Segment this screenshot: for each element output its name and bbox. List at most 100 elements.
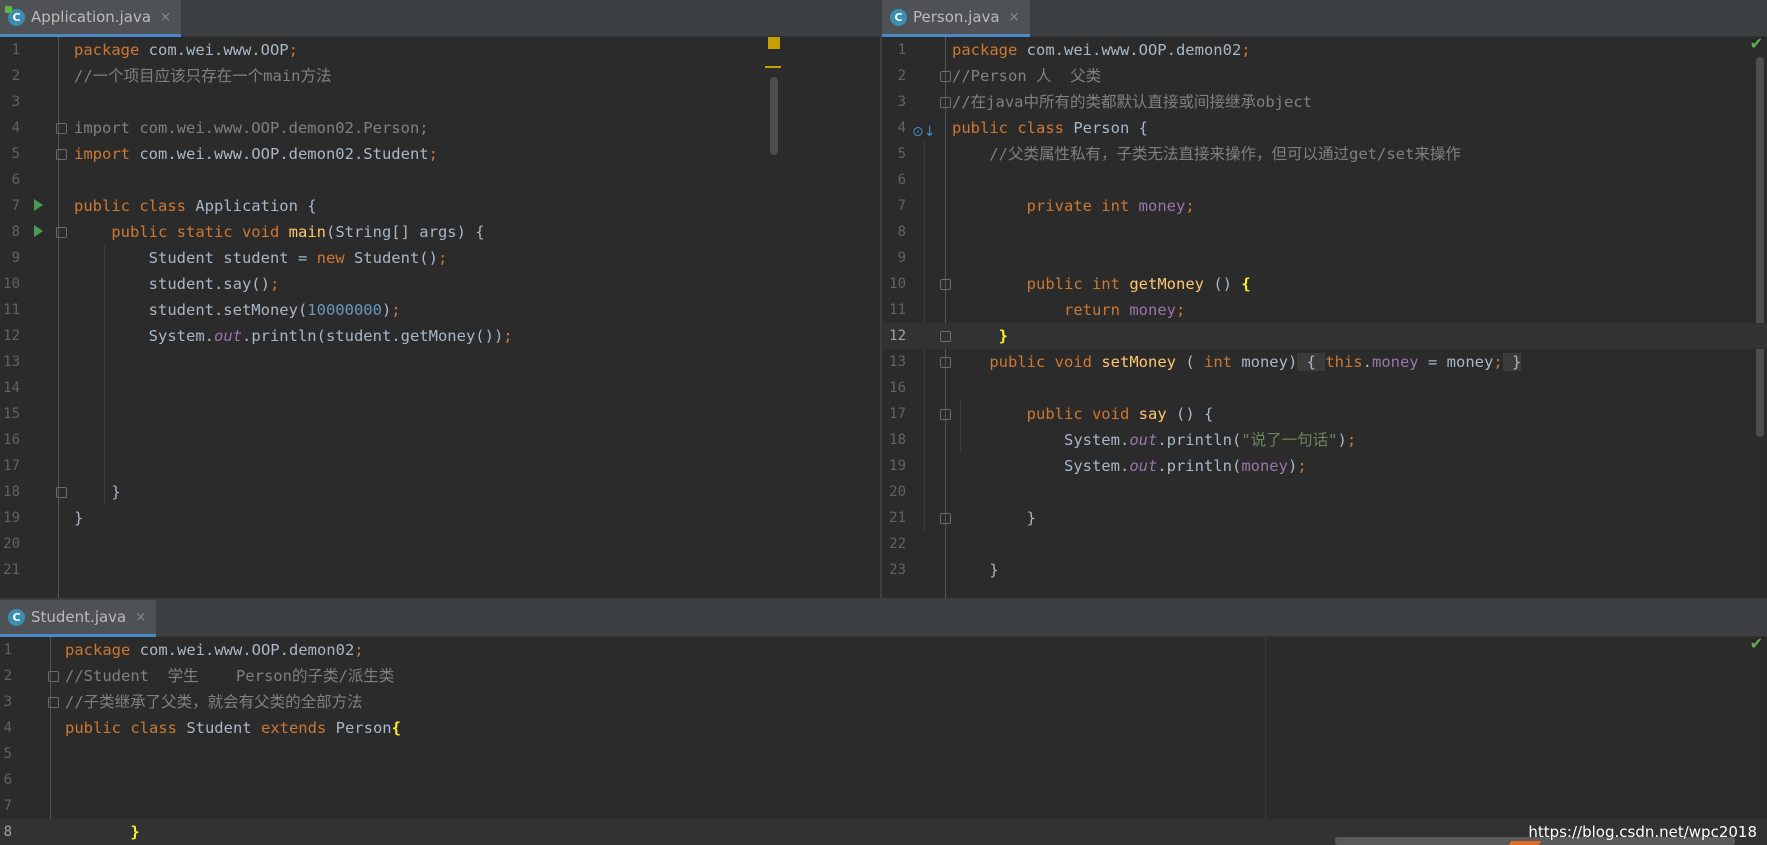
code-line[interactable]: 11 student.setMoney(10000000);	[0, 297, 880, 323]
code-line[interactable]: 17 public void say () {	[882, 401, 1767, 427]
line-number[interactable]: 14	[0, 375, 20, 401]
line-number[interactable]: 3	[0, 89, 20, 115]
tab-student-java[interactable]: C Student.java ×	[0, 600, 157, 637]
line-number[interactable]: 5	[882, 141, 906, 167]
code-line[interactable]: 6	[882, 167, 1767, 193]
fold-icon[interactable]	[940, 513, 951, 524]
line-number[interactable]: 2	[0, 663, 12, 689]
line-number[interactable]: 17	[0, 453, 20, 479]
code-line[interactable]: 18 }	[0, 479, 880, 505]
fold-icon[interactable]	[56, 487, 67, 498]
line-number[interactable]: 19	[0, 505, 20, 531]
line-number[interactable]: 8	[0, 219, 20, 245]
line-number[interactable]: 4	[0, 715, 12, 741]
line-number[interactable]: 22	[882, 531, 906, 557]
code-line[interactable]: 4 import com.wei.www.OOP.demon02.Person;	[0, 115, 880, 141]
code-line[interactable]: 6	[0, 167, 880, 193]
line-number[interactable]: 5	[0, 741, 12, 767]
code-line[interactable]: 5 import com.wei.www.OOP.demon02.Student;	[0, 141, 880, 167]
fold-icon[interactable]	[940, 331, 951, 342]
line-number[interactable]: 1	[0, 637, 12, 663]
code-line[interactable]: 21 }	[882, 505, 1767, 531]
code-line[interactable]: 5 //父类属性私有，子类无法直接来操作，但可以通过get/set来操作	[882, 141, 1767, 167]
line-number[interactable]: 18	[882, 427, 906, 453]
line-number[interactable]: 19	[882, 453, 906, 479]
code-line[interactable]: 12 System.out.println(student.getMoney()…	[0, 323, 880, 349]
line-number[interactable]: 13	[882, 349, 906, 375]
close-icon[interactable]: ×	[135, 610, 146, 625]
code-line[interactable]: 11 return money;	[882, 297, 1767, 323]
code-line[interactable]: 8	[882, 219, 1767, 245]
line-number[interactable]: 9	[0, 245, 20, 271]
code-line[interactable]: 21	[0, 557, 880, 583]
code-line[interactable]: 13 public void setMoney ( int money) { t…	[882, 349, 1767, 375]
line-number[interactable]: 10	[0, 271, 20, 297]
tab-application-java[interactable]: C Application.java ×	[0, 0, 181, 37]
line-number[interactable]: 20	[882, 479, 906, 505]
line-number[interactable]: 1	[0, 37, 20, 63]
line-number[interactable]: 7	[882, 193, 906, 219]
line-number[interactable]: 3	[0, 689, 12, 715]
line-number[interactable]: 16	[882, 375, 906, 401]
line-number[interactable]: 12	[882, 323, 906, 349]
code-line[interactable]: 3 //在java中所有的类都默认直接或间接继承object	[882, 89, 1767, 115]
line-number[interactable]: 20	[0, 531, 20, 557]
code-line[interactable]: 19}	[0, 505, 880, 531]
line-number[interactable]: 7	[0, 193, 20, 219]
line-number[interactable]: 2	[882, 63, 906, 89]
line-number[interactable]: 2	[0, 63, 20, 89]
code-line[interactable]: 18 System.out.println("说了一句话");	[882, 427, 1767, 453]
line-number[interactable]: 9	[882, 245, 906, 271]
code-line[interactable]: 1 package com.wei.www.OOP.demon02;	[882, 37, 1767, 63]
code-line[interactable]: 19 System.out.println(money);	[882, 453, 1767, 479]
line-number[interactable]: 13	[0, 349, 20, 375]
code-line[interactable]: 1 package com.wei.www.OOP.demon02;	[0, 637, 1767, 663]
code-line[interactable]: 1 package com.wei.www.OOP;	[0, 37, 880, 63]
code-line[interactable]: 10 public int getMoney () {	[882, 271, 1767, 297]
line-number[interactable]: 15	[0, 401, 20, 427]
code-line[interactable]: 20	[0, 531, 880, 557]
fold-icon[interactable]	[940, 409, 951, 420]
code-line[interactable]: 17	[0, 453, 880, 479]
code-line[interactable]: 23 }	[882, 557, 1767, 583]
code-line[interactable]: 7 public class Application {	[0, 193, 880, 219]
code-line[interactable]: 14	[0, 375, 880, 401]
fold-icon[interactable]	[940, 357, 951, 368]
code-line[interactable]: 20	[882, 479, 1767, 505]
code-editor[interactable]: ✔ 1 package com.wei.www.OOP.demon02; 2//St…	[0, 634, 1767, 845]
line-number[interactable]: 18	[0, 479, 20, 505]
code-line[interactable]: 9	[882, 245, 1767, 271]
run-icon[interactable]	[34, 199, 43, 211]
line-number[interactable]: 7	[0, 793, 12, 819]
line-number[interactable]: 6	[882, 167, 906, 193]
close-icon[interactable]: ×	[1009, 10, 1020, 25]
fold-icon[interactable]	[48, 697, 59, 708]
code-line[interactable]: 4 ⊙↓ public class Person {	[882, 115, 1767, 141]
line-number[interactable]: 10	[882, 271, 906, 297]
code-line[interactable]: 2 //一个项目应该只存在一个main方法	[0, 63, 880, 89]
line-number[interactable]: 6	[0, 167, 20, 193]
code-line[interactable]: 22	[882, 531, 1767, 557]
fold-icon[interactable]	[940, 97, 951, 108]
line-number[interactable]: 17	[882, 401, 906, 427]
code-line[interactable]: 7	[0, 793, 1767, 819]
line-number[interactable]: 4	[882, 115, 906, 141]
code-line[interactable]: 10 student.say();	[0, 271, 880, 297]
run-icon[interactable]	[34, 225, 43, 237]
tab-person-java[interactable]: C Person.java ×	[882, 0, 1030, 37]
code-line[interactable]: 2 //Student 学生 Person的子类/派生类	[0, 663, 1767, 689]
code-editor[interactable]: 1 package com.wei.www.OOP; 2 //一个项目应该只存在一个m…	[0, 37, 880, 598]
line-number[interactable]: 16	[0, 427, 20, 453]
line-number[interactable]: 11	[882, 297, 906, 323]
fold-icon[interactable]	[48, 671, 59, 682]
code-line[interactable]: 2 //Person 人 父类	[882, 63, 1767, 89]
code-line[interactable]: 16	[0, 427, 880, 453]
code-line[interactable]: 4 public class Student extends Person{	[0, 715, 1767, 741]
line-number[interactable]: 8	[882, 219, 906, 245]
line-number[interactable]: 11	[0, 297, 20, 323]
code-line[interactable]: 16	[882, 375, 1767, 401]
line-number[interactable]: 6	[0, 767, 12, 793]
line-number[interactable]: 23	[882, 557, 906, 583]
line-number[interactable]: 8	[0, 819, 12, 845]
fold-icon[interactable]	[56, 227, 67, 238]
